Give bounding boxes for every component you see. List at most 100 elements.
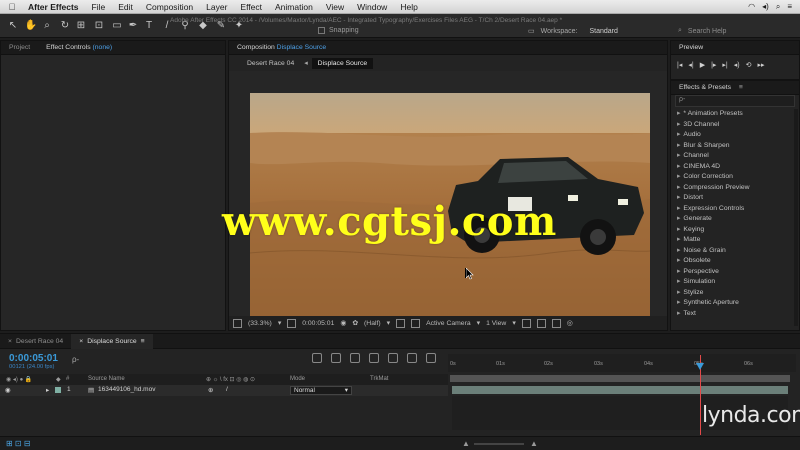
hide-shy-layers-icon[interactable] bbox=[350, 353, 360, 363]
rotation-tool-icon[interactable]: ↻ bbox=[58, 19, 72, 33]
layer-duration-bar[interactable] bbox=[452, 386, 788, 394]
tab-preview[interactable]: Preview bbox=[671, 44, 711, 51]
current-time[interactable]: 0:00:05:01 bbox=[302, 320, 334, 327]
layer-row[interactable]: ◉ ▸ 1 ▤ 163449106_hd.mov ⊕ / Normal ▾ bbox=[0, 385, 448, 396]
pen-tool-icon[interactable]: ✒ bbox=[126, 19, 140, 33]
time-ruler[interactable]: 0s 01s 02s 03s 04s 05s 06s bbox=[448, 354, 796, 372]
pan-behind-tool-icon[interactable]: ⊡ bbox=[92, 19, 106, 33]
effects-category[interactable]: ▸ Stylize bbox=[677, 288, 795, 299]
frame-blending-icon[interactable] bbox=[369, 353, 379, 363]
motion-blur-icon[interactable] bbox=[388, 353, 398, 363]
type-tool-icon[interactable]: T bbox=[142, 19, 156, 33]
notification-icon[interactable]: ≡ bbox=[787, 2, 792, 12]
effects-category[interactable]: ▸ Channel bbox=[677, 151, 795, 162]
safe-margins-icon[interactable] bbox=[287, 318, 297, 328]
zoom-slider[interactable] bbox=[474, 443, 524, 445]
chevron-down-icon[interactable]: ▾ bbox=[387, 319, 390, 327]
menu-effect[interactable]: Effect bbox=[240, 2, 262, 12]
layer-name[interactable]: 163449106_hd.mov bbox=[98, 386, 155, 393]
effects-category[interactable]: ▸ Audio bbox=[677, 130, 795, 141]
effects-category[interactable]: ▸ Blur & Sharpen bbox=[677, 141, 795, 152]
chevron-down-icon[interactable]: ▾ bbox=[477, 319, 480, 327]
effects-category[interactable]: ▸ Simulation bbox=[677, 277, 795, 288]
apple-icon[interactable]:  bbox=[6, 2, 18, 12]
camera-tool-icon[interactable]: ⊞ bbox=[74, 19, 88, 33]
exposure-icon[interactable]: ◎ bbox=[567, 319, 573, 327]
menu-help[interactable]: Help bbox=[400, 2, 417, 12]
close-icon[interactable]: × bbox=[8, 338, 12, 345]
panel-menu-icon[interactable]: ≡ bbox=[739, 84, 743, 91]
eye-icon[interactable]: ◉ bbox=[5, 386, 11, 394]
tab-effects-presets[interactable]: Effects & Presets bbox=[671, 84, 739, 91]
zoom-in-icon[interactable]: ▲ bbox=[530, 439, 538, 448]
view-layout-select[interactable]: 1 View bbox=[486, 320, 506, 327]
loop-icon[interactable]: ⟲ bbox=[746, 61, 752, 69]
menu-after-effects[interactable]: After Effects bbox=[28, 2, 79, 12]
workspace-value[interactable]: Standard bbox=[589, 28, 617, 35]
effects-search-input[interactable]: ρ- bbox=[675, 95, 795, 107]
effects-category[interactable]: ▸ Synthetic Aperture bbox=[677, 298, 795, 309]
workspace-selector[interactable]: ▭ Workspace: Standard bbox=[528, 27, 618, 36]
show-channel-icon[interactable]: ✿ bbox=[352, 319, 358, 327]
toggle-switches-icon[interactable]: ⊞ ⊡ ⊟ bbox=[6, 439, 31, 448]
menu-layer[interactable]: Layer bbox=[206, 2, 227, 12]
mask-tool-icon[interactable]: ▭ bbox=[110, 19, 124, 33]
play-icon[interactable]: ▶ bbox=[700, 61, 705, 69]
tab-project[interactable]: Project bbox=[1, 44, 38, 51]
active-camera-select[interactable]: Active Camera bbox=[426, 320, 471, 327]
always-preview-icon[interactable] bbox=[233, 318, 242, 328]
first-frame-icon[interactable]: |◂ bbox=[677, 61, 682, 69]
camera-snapshot-icon[interactable]: ◉ bbox=[340, 319, 346, 327]
work-area-bar[interactable] bbox=[450, 375, 790, 382]
blend-mode-select[interactable]: Normal ▾ bbox=[290, 386, 352, 395]
volume-icon[interactable]: ◂) bbox=[762, 2, 769, 12]
menu-edit[interactable]: Edit bbox=[118, 2, 133, 12]
chevron-down-icon[interactable]: ▾ bbox=[278, 319, 281, 327]
tab-composition[interactable]: Composition Displace Source bbox=[229, 44, 334, 51]
tab-displace-source[interactable]: × Displace Source ≡ bbox=[71, 333, 153, 349]
close-icon[interactable]: × bbox=[79, 338, 83, 345]
effects-category[interactable]: ▸ * Animation Presets bbox=[677, 109, 795, 120]
menu-composition[interactable]: Composition bbox=[146, 2, 193, 12]
toggle-pixel-aspect-icon[interactable] bbox=[521, 318, 531, 328]
subtab-desert-race[interactable]: Desert Race 04 bbox=[241, 58, 300, 69]
timeline-timecode[interactable]: 0:00:05:01 bbox=[9, 353, 58, 364]
timeline-search-input[interactable]: ρ- bbox=[72, 355, 79, 364]
effects-category[interactable]: ▸ Expression Controls bbox=[677, 204, 795, 215]
layer-label-color[interactable] bbox=[55, 387, 61, 393]
ram-preview-icon[interactable]: ▸▸ bbox=[758, 61, 765, 69]
source-name-header[interactable]: Source Name bbox=[88, 376, 125, 382]
effects-category[interactable]: ▸ 3D Channel bbox=[677, 120, 795, 131]
menu-view[interactable]: View bbox=[326, 2, 344, 12]
selection-tool-icon[interactable]: ↖ bbox=[6, 19, 20, 33]
menu-window[interactable]: Window bbox=[357, 2, 387, 12]
effects-category[interactable]: ▸ Matte bbox=[677, 235, 795, 246]
snapping-toggle[interactable]: Snapping bbox=[318, 27, 359, 34]
panel-menu-icon[interactable]: ≡ bbox=[141, 338, 145, 345]
effects-category[interactable]: ▸ CINEMA 4D bbox=[677, 162, 795, 173]
zoom-tool-icon[interactable]: ⌕ bbox=[40, 19, 54, 33]
shy-switch-icon[interactable]: ⊕ bbox=[208, 386, 213, 394]
snapping-checkbox[interactable] bbox=[318, 27, 325, 34]
spotlight-icon[interactable]: ⌕ bbox=[776, 2, 780, 12]
effects-scrollbar[interactable] bbox=[794, 109, 798, 326]
draft-3d-icon[interactable] bbox=[331, 353, 341, 363]
effects-category[interactable]: ▸ Keying bbox=[677, 225, 795, 236]
effects-category[interactable]: ▸ Generate bbox=[677, 214, 795, 225]
mute-audio-icon[interactable]: ◂) bbox=[734, 61, 740, 69]
zoom-level[interactable]: (33.3%) bbox=[248, 320, 272, 327]
menu-animation[interactable]: Animation bbox=[275, 2, 313, 12]
mode-header[interactable]: Mode bbox=[290, 376, 305, 382]
zoom-out-icon[interactable]: ▲ bbox=[462, 439, 470, 448]
region-of-interest-icon[interactable] bbox=[396, 318, 406, 328]
effects-category[interactable]: ▸ Obsolete bbox=[677, 256, 795, 267]
graph-editor-icon[interactable] bbox=[407, 353, 417, 363]
chevron-down-icon[interactable]: ▾ bbox=[512, 319, 515, 327]
search-help-field[interactable]: ⌕ Search Help bbox=[678, 26, 788, 36]
fast-previews-icon[interactable] bbox=[536, 318, 546, 328]
resolution-select[interactable]: (Half) bbox=[364, 320, 381, 327]
quality-switch-icon[interactable]: / bbox=[226, 386, 228, 393]
brainstorm-icon[interactable] bbox=[426, 353, 436, 363]
composition-mini-flowchart-icon[interactable] bbox=[312, 353, 322, 363]
previous-frame-icon[interactable]: ◂| bbox=[688, 61, 693, 69]
